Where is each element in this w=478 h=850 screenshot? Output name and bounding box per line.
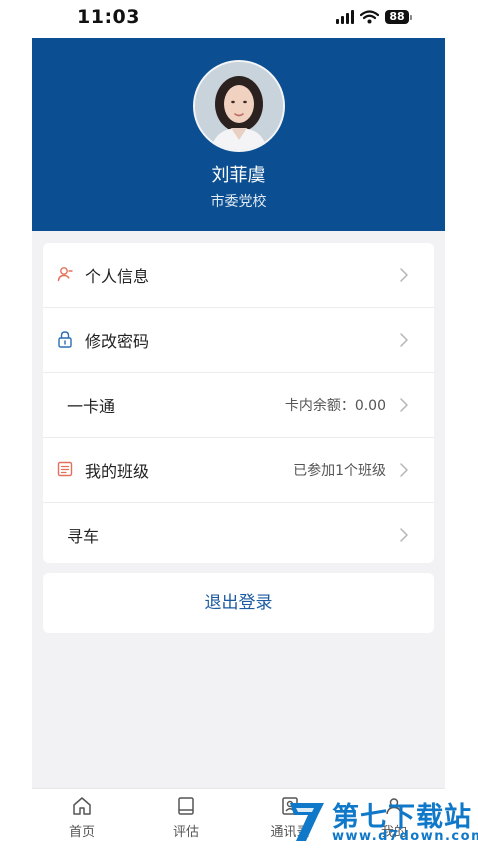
chevron-right-icon <box>400 268 408 282</box>
chevron-right-icon <box>400 463 408 477</box>
chevron-right-icon <box>400 398 408 412</box>
battery-icon: 88 <box>385 10 412 24</box>
class-count: 已参加1个班级 <box>293 463 386 479</box>
menu-item-campus-card[interactable]: 一卡通 卡内余额：0.00 <box>43 373 434 438</box>
menu-list: 个人信息 修改密码 一卡通 卡内余额：0.00 我的班级 已参加1个班级 寻车 <box>43 243 434 563</box>
menu-label: 我的班级 <box>85 462 150 481</box>
menu-item-personal-info[interactable]: 个人信息 <box>43 243 434 308</box>
watermark-logo: 第七下载站 www.d7down.com <box>282 793 478 850</box>
watermark-url: www.d7down.com <box>332 829 478 844</box>
tab-home[interactable]: 首页 <box>42 795 122 840</box>
menu-label: 个人信息 <box>85 267 150 286</box>
status-icons: 88 <box>336 10 412 24</box>
status-time: 11:03 <box>77 6 140 28</box>
home-icon <box>73 797 91 815</box>
logout-button[interactable]: 退出登录 <box>43 573 434 633</box>
menu-label: 寻车 <box>67 527 100 546</box>
avatar[interactable] <box>193 60 285 152</box>
tab-label: 评估 <box>172 825 199 840</box>
status-bar: 11:03 88 <box>0 0 478 38</box>
profile-header: 刘菲虞 市委党校 <box>32 38 445 231</box>
menu-item-change-password[interactable]: 修改密码 <box>43 308 434 373</box>
app-screen: 刘菲虞 市委党校 个人信息 修改密码 一卡通 卡内余额：0.00 我的班级 已参… <box>32 38 445 850</box>
class-icon <box>57 461 73 477</box>
battery-level: 88 <box>385 10 409 24</box>
chevron-right-icon <box>400 333 408 347</box>
d7-logo-icon <box>290 803 324 841</box>
menu-label: 一卡通 <box>67 397 116 416</box>
card-balance: 卡内余额：0.00 <box>284 398 386 414</box>
menu-label: 修改密码 <box>85 332 150 351</box>
chevron-right-icon <box>400 528 408 542</box>
menu-item-find-car[interactable]: 寻车 <box>43 503 434 567</box>
user-name: 刘菲虞 <box>211 165 266 186</box>
tab-evaluation[interactable]: 评估 <box>146 795 226 840</box>
menu-item-my-class[interactable]: 我的班级 已参加1个班级 <box>43 438 434 503</box>
wifi-icon <box>360 10 379 24</box>
book-icon <box>178 797 194 815</box>
user-icon <box>57 267 73 282</box>
logout-label: 退出登录 <box>204 593 273 613</box>
signal-icon <box>336 10 354 24</box>
lock-icon <box>58 331 72 348</box>
tab-label: 首页 <box>68 825 95 840</box>
user-organization: 市委党校 <box>210 194 267 210</box>
